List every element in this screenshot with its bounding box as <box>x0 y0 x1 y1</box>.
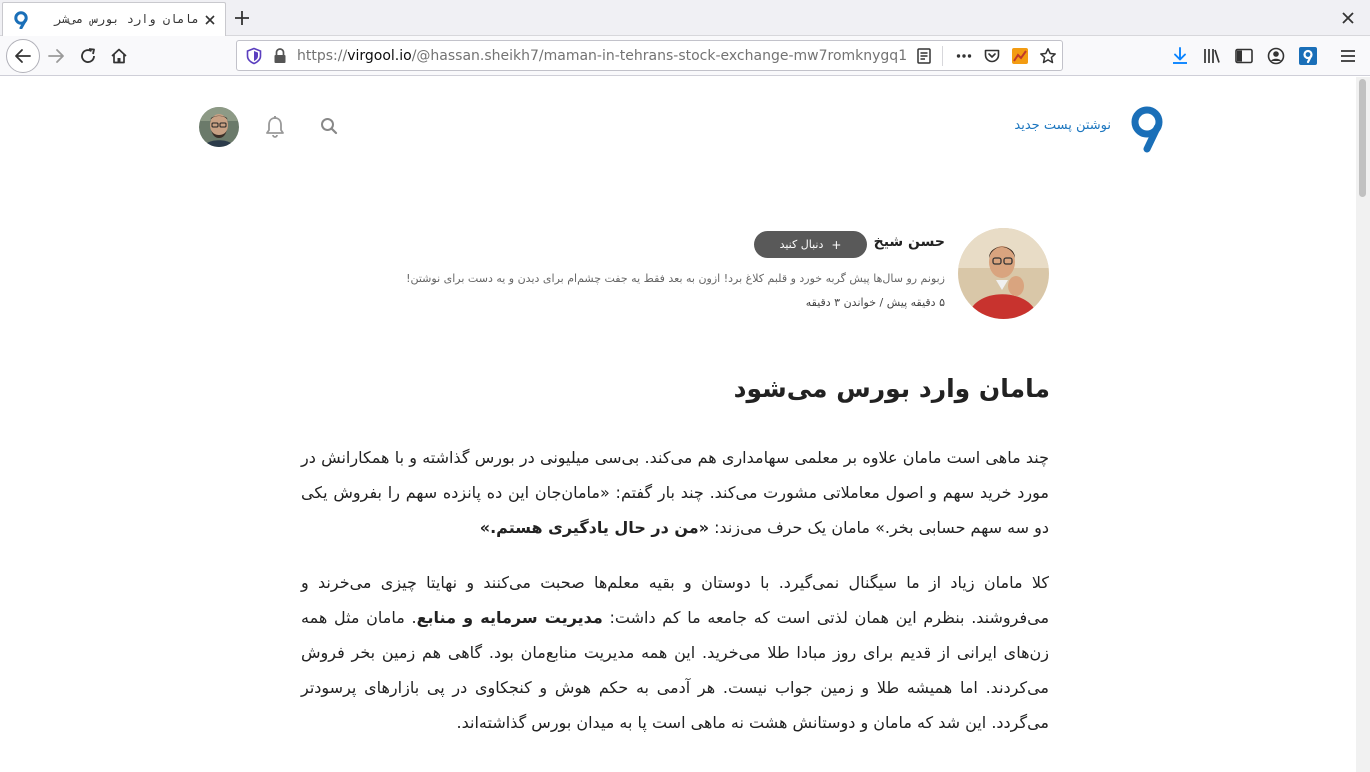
active-tab[interactable]: مامان وارد بورس می‌شر <box>2 2 226 36</box>
back-icon <box>15 49 31 63</box>
page-content: نوشتن پست جدید حسن شیخ + دنبال کنید زبون… <box>1 77 1356 772</box>
url-host: virgool.io <box>347 48 412 64</box>
virgool-logo-icon[interactable] <box>1128 105 1166 153</box>
chart-extension-icon[interactable] <box>1011 47 1029 65</box>
plus-icon: + <box>831 237 842 252</box>
post-title: مامان وارد بورس می‌شود <box>733 374 1050 403</box>
menu-icon[interactable] <box>1338 46 1358 66</box>
page-scrollbar[interactable] <box>1356 77 1370 772</box>
reload-button[interactable] <box>72 40 104 72</box>
shield-icon[interactable] <box>245 47 263 65</box>
window-close-icon[interactable] <box>1340 10 1356 26</box>
url-text[interactable]: https://virgool.io/@hassan.sheikh7/maman… <box>297 48 907 64</box>
tab-bar: مامان وارد بورس می‌شر <box>0 0 1370 36</box>
navigation-toolbar: https://virgool.io/@hassan.sheikh7/maman… <box>0 36 1370 76</box>
follow-button[interactable]: + دنبال کنید <box>754 231 867 258</box>
account-icon[interactable] <box>1266 46 1286 66</box>
more-actions-icon[interactable] <box>955 47 973 65</box>
tab-title: مامان وارد بورس می‌شر <box>54 12 200 26</box>
bell-icon[interactable] <box>264 115 286 139</box>
paragraph-1: چند ماهی است مامان علاوه بر معلمی سهامدا… <box>301 440 1049 545</box>
back-button[interactable] <box>6 39 40 73</box>
follow-label: دنبال کنید <box>779 238 824 251</box>
download-icon[interactable] <box>1170 46 1190 66</box>
reader-view-icon[interactable] <box>915 47 933 65</box>
paragraph-2-bold: مدیریت سرمایه و منابع <box>416 608 603 627</box>
url-path: /@hassan.sheikh7/maman-in-tehrans-stock-… <box>411 48 908 64</box>
url-bar[interactable]: https://virgool.io/@hassan.sheikh7/maman… <box>236 40 1063 71</box>
author-bio: زبونم رو سال‌ها پیش گربه خورد و قلبم کلا… <box>406 272 945 285</box>
sidebar-icon[interactable] <box>1234 46 1254 66</box>
forward-button[interactable] <box>40 40 72 72</box>
forward-icon <box>48 49 64 63</box>
reload-icon <box>81 48 95 63</box>
lock-icon[interactable] <box>271 47 289 65</box>
home-icon <box>111 48 127 64</box>
user-avatar[interactable] <box>199 107 239 147</box>
library-icon[interactable] <box>1202 46 1222 66</box>
bookmark-star-icon[interactable] <box>1039 47 1057 65</box>
url-bar-separator <box>942 46 943 66</box>
scrollbar-thumb[interactable] <box>1359 79 1366 197</box>
url-scheme: https:// <box>297 48 348 64</box>
close-tab-icon[interactable] <box>202 12 218 28</box>
home-button[interactable] <box>103 40 135 72</box>
search-icon[interactable] <box>319 116 339 136</box>
write-new-post-link[interactable]: نوشتن پست جدید <box>981 118 1111 133</box>
author-avatar[interactable] <box>958 228 1049 319</box>
virgool-favicon-icon <box>14 11 28 29</box>
new-tab-icon[interactable] <box>232 8 252 28</box>
pocket-icon[interactable] <box>983 47 1001 65</box>
paragraph-1-bold: «من در حال یادگیری هستم.» <box>479 518 710 537</box>
post-meta: ۵ دقیقه پیش / خواندن ۳ دقیقه <box>805 296 945 309</box>
virgool-extension-icon[interactable] <box>1298 46 1318 66</box>
paragraph-2: کلا مامان زیاد از ما سیگنال نمی‌گیرد. با… <box>301 565 1049 740</box>
